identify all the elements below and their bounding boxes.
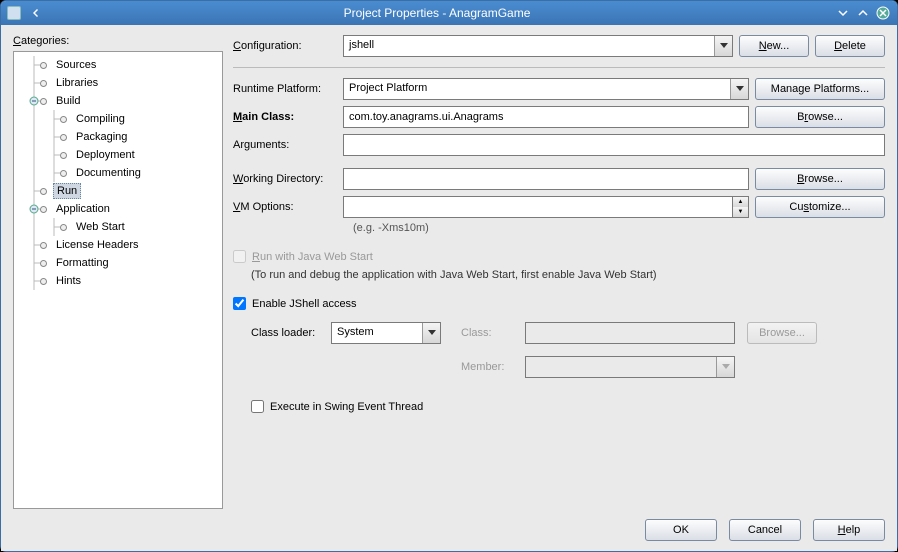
runtime-platform-combo[interactable]: Project Platform	[343, 78, 749, 100]
tree-item[interactable]: License Headers	[14, 236, 222, 254]
class-loader-label: Class loader:	[251, 327, 325, 339]
divider	[233, 67, 885, 68]
class-label: Class:	[461, 327, 519, 339]
configuration-combo[interactable]: jshell	[343, 35, 733, 57]
cancel-button[interactable]: Cancel	[729, 519, 801, 541]
help-button[interactable]: Help	[813, 519, 885, 541]
vm-options-input[interactable]: ▲ ▼	[343, 196, 749, 218]
pin-icon[interactable]	[31, 7, 43, 19]
class-input	[525, 322, 735, 344]
maximize-icon[interactable]	[855, 5, 871, 21]
chevron-down-icon[interactable]	[714, 36, 732, 56]
categories-label: Categories:	[13, 35, 223, 47]
tree-item[interactable]: Documenting	[14, 164, 222, 182]
new-button[interactable]: New...	[739, 35, 809, 57]
spinner-down-icon[interactable]: ▼	[733, 207, 748, 217]
browse-working-dir-button[interactable]: Browse...	[755, 168, 885, 190]
class-loader-combo[interactable]: System	[331, 322, 441, 344]
browse-class-button: Browse...	[747, 322, 817, 344]
tree-item[interactable]: Sources	[14, 56, 222, 74]
window-title: Project Properties - AnagramGame	[43, 6, 831, 20]
dialog-body: Categories: SourcesLibrariesBuildCompili…	[1, 25, 897, 551]
delete-button[interactable]: Delete	[815, 35, 885, 57]
customize-button[interactable]: Customize...	[755, 196, 885, 218]
tree-item[interactable]: Run	[14, 182, 222, 200]
vm-hint: (e.g. -Xms10m)	[353, 222, 885, 234]
configuration-label: Configuration:	[233, 40, 343, 52]
chevron-down-icon[interactable]	[422, 323, 440, 343]
tree-item[interactable]: Hints	[14, 272, 222, 290]
tree-item[interactable]: Web Start	[14, 218, 222, 236]
minimize-icon[interactable]	[835, 5, 851, 21]
chevron-down-icon	[716, 357, 734, 377]
tree-item[interactable]: Compiling	[14, 110, 222, 128]
manage-platforms-button[interactable]: Manage Platforms...	[755, 78, 885, 100]
tree-item[interactable]: Application	[14, 200, 222, 218]
project-properties-dialog: Project Properties - AnagramGame Categor…	[0, 0, 898, 552]
run-webstart-checkbox: Run with Java Web Start	[233, 250, 885, 263]
main-class-label: Main Class:	[233, 111, 343, 123]
webstart-note: (To run and debug the application with J…	[251, 269, 885, 281]
main-class-input[interactable]	[343, 106, 749, 128]
spinner-up-icon[interactable]: ▲	[733, 197, 748, 207]
app-icon	[7, 6, 21, 20]
ok-button[interactable]: OK	[645, 519, 717, 541]
tree-item[interactable]: Packaging	[14, 128, 222, 146]
dialog-footer: OK Cancel Help	[13, 509, 885, 541]
chevron-down-icon[interactable]	[730, 79, 748, 99]
categories-tree[interactable]: SourcesLibrariesBuildCompilingPackagingD…	[13, 51, 223, 509]
tree-item[interactable]: Build	[14, 92, 222, 110]
working-dir-label: Working Directory:	[233, 173, 343, 185]
execute-swing-checkbox[interactable]: Execute in Swing Event Thread	[251, 400, 885, 413]
tree-item[interactable]: Deployment	[14, 146, 222, 164]
vm-options-label: VM Options:	[233, 201, 343, 213]
browse-main-class-button[interactable]: Browse...	[755, 106, 885, 128]
enable-jshell-checkbox[interactable]: Enable JShell access	[233, 297, 885, 310]
tree-item[interactable]: Formatting	[14, 254, 222, 272]
tree-item[interactable]: Libraries	[14, 74, 222, 92]
arguments-label: Arguments:	[233, 139, 343, 151]
member-label: Member:	[461, 361, 519, 373]
arguments-input[interactable]	[343, 134, 885, 156]
spinner-buttons[interactable]: ▲ ▼	[733, 196, 749, 218]
titlebar[interactable]: Project Properties - AnagramGame	[1, 1, 897, 25]
close-icon[interactable]	[875, 5, 891, 21]
member-combo	[525, 356, 735, 378]
runtime-platform-label: Runtime Platform:	[233, 83, 343, 95]
working-dir-input[interactable]	[343, 168, 749, 190]
